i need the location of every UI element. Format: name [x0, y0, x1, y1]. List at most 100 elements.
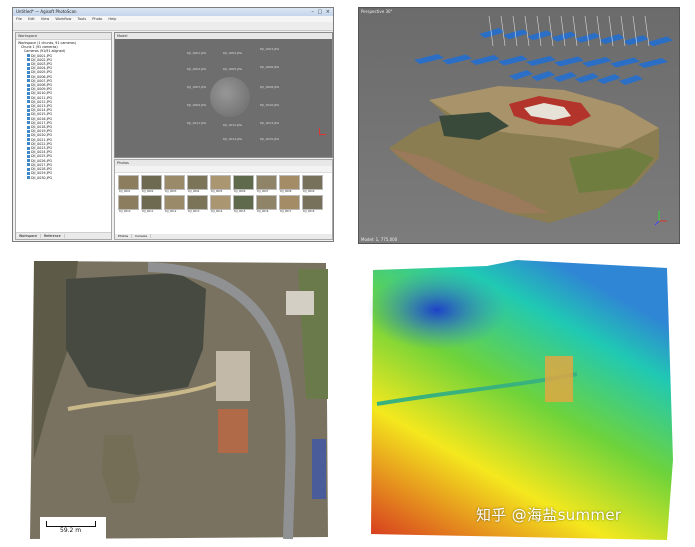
photo-tabs: Photos Console: [115, 234, 332, 239]
thumbnail-label: DJI_0011: [142, 210, 154, 213]
thumbnail-label: DJI_0003: [165, 190, 177, 193]
photo-thumbnail[interactable]: DJI_0008: [279, 175, 300, 193]
photo-thumbnail[interactable]: DJI_0010: [118, 195, 139, 213]
menu-view[interactable]: View: [41, 17, 49, 21]
thumbnail-label: DJI_0010: [119, 210, 131, 213]
thumbnail-label: DJI_0005: [211, 190, 223, 193]
view-label: Perspective 30°: [361, 9, 393, 14]
camera-label: DJI_0004.JPG: [187, 67, 207, 71]
thumbnail-label: DJI_0006: [234, 190, 246, 193]
navigation-sphere[interactable]: [210, 77, 250, 117]
building-b: [218, 409, 248, 453]
photo-thumbnail[interactable]: DJI_0016: [256, 195, 277, 213]
photo-thumbnail[interactable]: DJI_0004: [187, 175, 208, 193]
photo-thumbnail[interactable]: DJI_0013: [187, 195, 208, 213]
thumbnail-label: DJI_0007: [257, 190, 269, 193]
workspace-tree: Workspace (1 chunks, 91 cameras) Chunk 1…: [16, 40, 111, 180]
camera-ray: [548, 15, 554, 47]
thumbnail-label: DJI_0009: [303, 190, 315, 193]
camera-label: DJI_0001.JPG: [187, 51, 207, 55]
camera-plane: [470, 55, 500, 65]
photo-thumbnail[interactable]: DJI_0001: [118, 175, 139, 193]
photo-thumbnail[interactable]: DJI_0005: [210, 175, 231, 193]
thumbnail-label: DJI_0015: [234, 210, 246, 213]
tab-console[interactable]: Console: [132, 234, 152, 238]
camera-plane: [582, 57, 612, 67]
tab-photos[interactable]: Photos: [115, 234, 133, 238]
photo-thumbnail[interactable]: DJI_0006: [233, 175, 254, 193]
building-c: [286, 291, 314, 315]
building-a: [216, 351, 250, 401]
workspace-pane: Workspace Workspace (1 chunks, 91 camera…: [15, 32, 112, 240]
photo-thumbnail[interactable]: DJI_0011: [141, 195, 162, 213]
dem-low-area: [367, 270, 507, 350]
perspective-3d-view[interactable]: Perspective 30° Model: 1, 775,000: [358, 7, 680, 244]
camera-label: DJI_0014.JPG: [223, 137, 243, 141]
dem-image: [367, 260, 677, 542]
camera-ray: [620, 15, 626, 47]
orthomosaic-image: 59.2 m: [28, 259, 332, 543]
camera-label: DJI_0003.JPG: [260, 47, 280, 51]
camera-label: DJI_0010.JPG: [260, 103, 280, 107]
camera-label: DJI_0008.JPG: [260, 85, 280, 89]
photo-thumbnail[interactable]: DJI_0007: [256, 175, 277, 193]
model-info: Model: 1, 775,000: [361, 237, 398, 242]
thumbnail-label: DJI_0008: [280, 190, 292, 193]
camera-label: DJI_0007.JPG: [187, 85, 207, 89]
workspace-tabs: Workspace Reference: [16, 232, 111, 239]
thumbnail-label: DJI_0017: [280, 210, 292, 213]
camera-ray: [512, 15, 518, 47]
camera-plane: [553, 72, 577, 82]
menu-edit[interactable]: Edit: [28, 17, 35, 21]
thumbnail-label: DJI_0014: [211, 210, 223, 213]
workspace-header: Workspace: [16, 33, 111, 40]
menu-photo[interactable]: Photo: [92, 17, 102, 21]
model-view[interactable]: Model DJI_0001.JPG DJI_0002.JPG DJI_0003.J…: [114, 32, 333, 158]
courts: [312, 439, 326, 499]
photo-thumbnail[interactable]: DJI_0015: [233, 195, 254, 213]
camera-ray: [596, 15, 602, 47]
photo-thumbnail[interactable]: DJI_0002: [141, 175, 162, 193]
reconstruction-scene: [389, 15, 673, 226]
window-title: Untitled* — Agisoft PhotoScan: [13, 8, 333, 16]
tab-reference[interactable]: Reference: [41, 234, 65, 238]
tree-camera[interactable]: DJI_0030.JPG: [18, 176, 111, 180]
camera-label: DJI_0006.JPG: [260, 65, 280, 69]
watermark: 知乎 @海盐summer: [476, 506, 622, 524]
menu-tools[interactable]: Tools: [78, 17, 87, 21]
camera-ray: [536, 15, 542, 47]
thumbnail-label: DJI_0002: [142, 190, 154, 193]
camera-label: DJI_0011.JPG: [187, 121, 207, 125]
thumbnail-label: DJI_0004: [188, 190, 200, 193]
pond-large: [66, 273, 206, 395]
camera-plane: [414, 54, 444, 64]
photo-thumbnail[interactable]: DJI_0003: [164, 175, 185, 193]
photo-thumbnail[interactable]: DJI_0014: [210, 195, 231, 213]
photo-thumbnail[interactable]: DJI_0012: [164, 195, 185, 213]
camera-label: DJI_0012.JPG: [223, 123, 243, 127]
camera-plane: [619, 75, 643, 85]
photo-thumbnail[interactable]: DJI_0017: [279, 195, 300, 213]
model-header: Model: [115, 33, 332, 39]
camera-plane: [509, 70, 533, 80]
menu-workflow[interactable]: Workflow: [55, 17, 71, 21]
menu-file[interactable]: File: [16, 17, 22, 21]
camera-plane: [498, 55, 528, 66]
camera-plane: [526, 56, 556, 66]
photo-thumbnail[interactable]: DJI_0018: [302, 195, 323, 213]
dem-building: [545, 356, 573, 402]
tab-workspace[interactable]: Workspace: [16, 234, 42, 238]
window-controls[interactable]: – □ ×: [311, 9, 331, 15]
photos-pane: Photos DJI_0001 DJI_0002 DJI_0003 DJI_0004 D…: [114, 159, 333, 240]
menu-help[interactable]: Help: [108, 17, 116, 21]
camera-label: DJI_0002.JPG: [223, 51, 243, 55]
photo-thumbnail[interactable]: DJI_0009: [302, 175, 323, 193]
thumbnail-label: DJI_0013: [188, 210, 200, 213]
thumbnail-label: DJI_0018: [303, 210, 315, 213]
thumbnail-label: DJI_0016: [257, 210, 269, 213]
axis-indicator-icon: [319, 128, 326, 135]
thumbnail-grid: DJI_0001 DJI_0002 DJI_0003 DJI_0004 DJI_0005…: [115, 173, 332, 215]
photos-toolbar: [115, 166, 332, 173]
camera-label: DJI_0005.JPG: [223, 67, 243, 71]
thumbnail-label: DJI_0012: [165, 210, 177, 213]
